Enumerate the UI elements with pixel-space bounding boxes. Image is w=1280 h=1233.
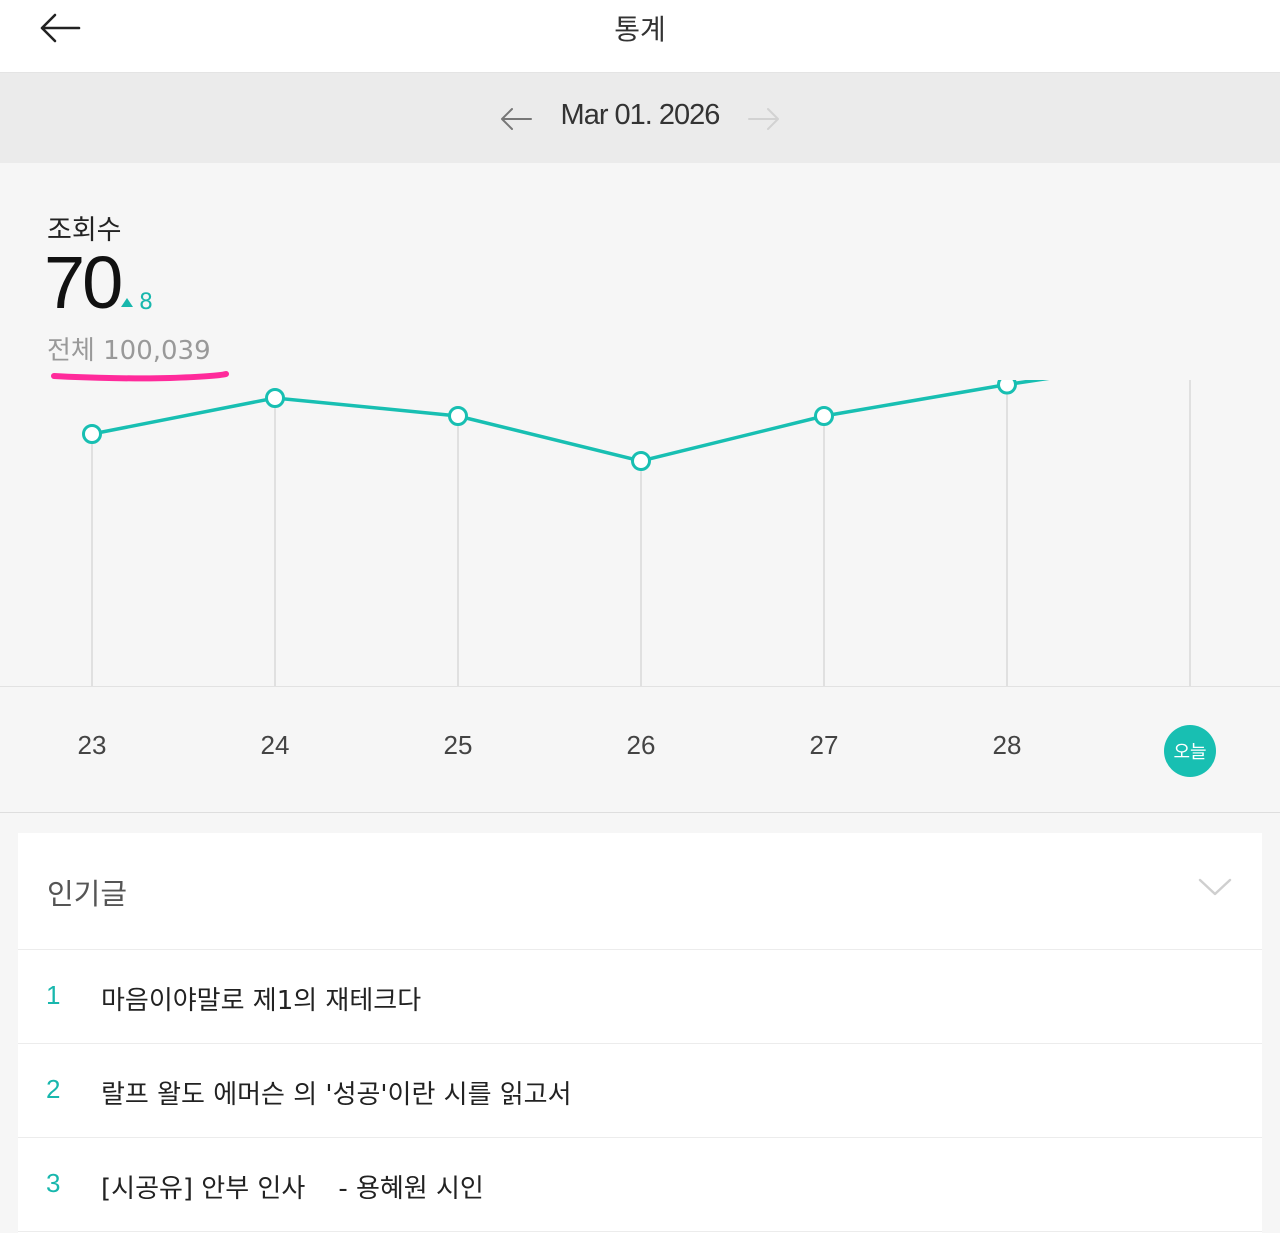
x-tick-label[interactable]: 26 — [601, 730, 681, 761]
current-date: Mar 01. 2026 — [560, 99, 721, 131]
post-title: 마음이야말로 제1의 재테크다 — [101, 986, 422, 1016]
date-navigator: Mar 01. 2026 — [0, 73, 1280, 163]
post-rank: 1 — [46, 980, 61, 1010]
views-count: 70 — [44, 241, 123, 324]
right-arrow-icon — [748, 108, 779, 130]
post-rank: 2 — [46, 1074, 61, 1104]
x-tick-label[interactable]: 27 — [784, 730, 864, 761]
popular-post-item[interactable]: 2 랄프 왈도 에머슨 의 '성공'이란 시를 읽고서 — [18, 1044, 1262, 1138]
views-delta-value: 8 — [139, 290, 153, 315]
post-title: [시공유] 안부 인사 - 용혜원 시인 — [101, 1174, 484, 1204]
chart-point-27[interactable] — [814, 406, 834, 426]
views-delta: 8 — [121, 290, 153, 315]
views-series-line — [91, 380, 1050, 463]
chevron-down-icon[interactable] — [1198, 877, 1232, 897]
page-title: 통계 — [614, 13, 666, 46]
popular-posts-header[interactable]: 인기글 — [18, 833, 1262, 950]
post-title: 랄프 왈도 에머슨 의 '성공'이란 시를 읽고서 — [101, 1080, 572, 1110]
x-tick-label[interactable]: 28 — [967, 730, 1047, 761]
section-divider — [0, 812, 1280, 813]
x-tick-label[interactable]: 24 — [235, 730, 315, 761]
popular-post-item[interactable]: 3 [시공유] 안부 인사 - 용혜원 시인 — [18, 1138, 1262, 1232]
today-badge[interactable]: 오늘 — [1164, 725, 1216, 777]
chart-point-25[interactable] — [448, 406, 468, 426]
chart-point-24[interactable] — [265, 388, 285, 408]
up-triangle-icon — [121, 298, 133, 307]
popular-posts-title: 인기글 — [47, 877, 128, 911]
total-views: 전체 100,039 — [47, 336, 211, 366]
chart-baseline — [0, 686, 1280, 687]
x-tick-label[interactable]: 25 — [418, 730, 498, 761]
post-rank: 3 — [46, 1168, 61, 1198]
chart-point-26[interactable] — [631, 451, 651, 471]
top-app-bar: 통계 — [0, 0, 1280, 73]
previous-date-button[interactable] — [494, 99, 538, 139]
left-arrow-icon — [501, 108, 532, 130]
popular-post-item[interactable]: 1 마음이야말로 제1의 재테크다 — [18, 950, 1262, 1044]
views-line-chart — [82, 380, 1191, 686]
chart-point-23[interactable] — [82, 424, 102, 444]
popular-posts-card: 인기글 1 마음이야말로 제1의 재테크다 2 랄프 왈도 에머슨 의 '성공'… — [18, 833, 1262, 1233]
x-tick-label[interactable]: 23 — [52, 730, 132, 761]
next-date-button[interactable] — [742, 99, 786, 139]
chart-point-28[interactable] — [997, 380, 1017, 395]
